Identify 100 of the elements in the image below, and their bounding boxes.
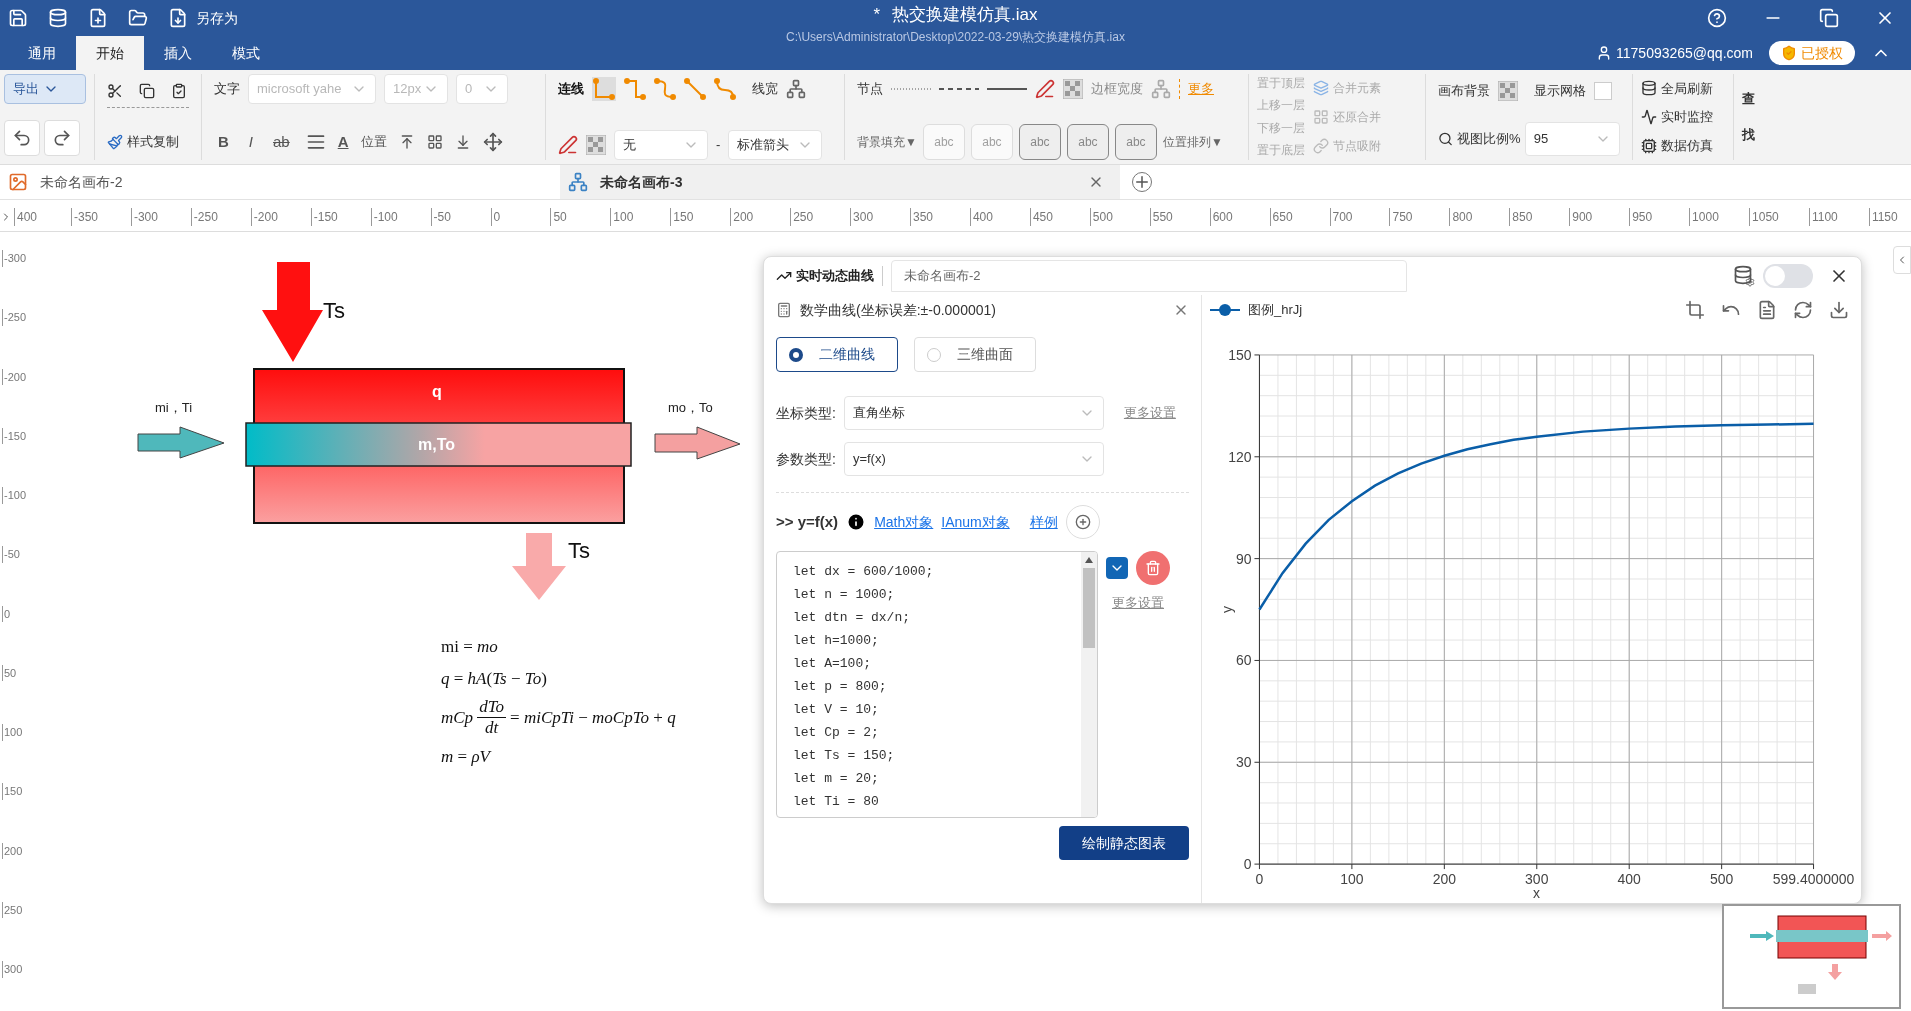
zoom-area-icon[interactable] [1685,299,1705,320]
axis-tick-label: 30 [1235,754,1252,771]
database-icon[interactable] [48,8,68,28]
ruler-label: 300 [2,961,23,978]
help-link[interactable]: Math对象 [874,511,934,533]
save-as-icon[interactable] [168,8,188,28]
ruler-label: 650 [1269,208,1293,226]
solid-line-icon[interactable] [987,86,1027,92]
ruler-label: 0 [2,605,11,622]
canvas-tab[interactable]: 未命名画布-3 [560,165,1120,199]
curve-type-radio[interactable]: 二维曲线 [776,337,898,372]
ruler-label: 300 [850,208,874,226]
ruler-label: 850 [1509,208,1533,226]
code-line: let dtn = dx/n; [793,609,912,627]
delete-button[interactable] [1136,551,1170,585]
help-icon[interactable] [1707,8,1727,28]
undo-button[interactable] [4,120,40,156]
copy-icon[interactable] [139,82,155,99]
simulation-button[interactable]: 实时监控 [1641,107,1725,127]
redo-button[interactable] [44,120,80,156]
ruler-label: 500 [1089,208,1113,226]
data-view-icon[interactable] [1757,299,1777,320]
calculator-icon [776,302,792,318]
ruler-label: 750 [1389,208,1413,226]
dialog-tab[interactable]: 未命名画布-2 [891,260,1407,292]
line-color-icon[interactable] [558,135,578,155]
restore-icon[interactable] [1819,8,1839,28]
folder-icon[interactable] [128,8,148,28]
cut-icon[interactable] [107,82,123,99]
font-color-button[interactable]: A [337,130,349,154]
search-icon [1438,131,1454,147]
style-copy-button[interactable]: 样式复制 [107,124,189,160]
move-icon[interactable] [482,132,503,152]
scroll-up-icon[interactable] [1084,556,1094,564]
export-button[interactable]: 导出 [4,74,86,104]
ruler-label: 50 [550,208,567,226]
modified-mark: * [873,4,881,26]
axis-tick-label: 100 [1340,871,1364,888]
draw-chart-button[interactable]: 绘制静态图表 [1059,826,1189,860]
format-button[interactable]: I [244,130,257,154]
border-color-icon[interactable] [1035,79,1055,99]
new-file-icon[interactable] [88,8,108,28]
zoom-select[interactable]: 95 [1524,122,1620,156]
format-button[interactable]: B [214,130,233,154]
ribbon-tab[interactable]: 开始 [76,36,144,70]
image-icon [8,172,28,192]
paste-icon[interactable] [171,82,187,99]
layers-icon [1313,80,1329,97]
curve-type-radio[interactable]: 三维曲面 [914,337,1036,372]
background-fill-button[interactable]: 背景填充▼ [857,133,917,151]
more-settings-link[interactable]: 更多设置 [1112,593,1164,613]
ruler-label: 350 [910,208,934,226]
code-line: let Ts = 150; [793,747,896,765]
dotted-line-icon[interactable] [891,86,931,92]
find-button[interactable]: 查找 [1738,81,1758,153]
scrollbar-thumb[interactable] [1083,568,1095,648]
code-line: let V = 10; [793,701,880,719]
help-link[interactable]: 样例 [1029,511,1058,533]
show-grid-checkbox[interactable] [1594,82,1612,100]
parameter-type-select[interactable]: y=f(x) [843,442,1104,476]
dialog-tab[interactable]: 实时动态曲线 [776,266,883,286]
save-icon[interactable] [8,8,28,28]
code-line: let dx = 600/1000; [793,563,935,581]
code-editor[interactable]: let dx = 600/1000; let n = 1000; let dtn = dx/n; let h=1000; let A=100; let p = 800; let V = 10; let Cp = 2; let Ts = 150; let m = 20; let Ti = 80 [776,551,1098,818]
expand-button[interactable] [1106,557,1128,579]
trash-icon [1145,560,1161,576]
toggle-switch[interactable] [1763,264,1813,288]
help-link[interactable]: IAnum对象 [941,511,1010,533]
save-as-button[interactable]: 另存为 [196,7,238,29]
ribbon-tab[interactable]: 通用 [8,36,76,70]
align-icon[interactable] [305,132,326,152]
ruler-label: -250 [2,309,27,326]
more-settings-link[interactable]: 更多设置 [1123,403,1176,423]
refresh-icon[interactable] [1793,299,1813,320]
diagram-label: Ts [568,537,590,565]
simulation-button[interactable]: 数据仿真 [1641,135,1725,156]
axis-tick-label: 150 [1228,346,1252,363]
ruler-label: 250 [2,901,23,919]
ribbon-tab[interactable]: 插入 [144,36,212,70]
axis-tick-label: 0 [1255,871,1264,888]
line-start-select[interactable]: 无 [614,130,708,160]
ruler-label: 100 [610,208,634,226]
format-button[interactable]: ab [269,130,294,154]
account-label: 1175093265@qq.com [1616,43,1753,63]
ruler-label: 1000 [1689,208,1719,226]
add-button[interactable] [1065,505,1100,539]
database-settings-icon[interactable] [1733,265,1755,287]
info-icon [846,512,867,532]
plus-icon [1074,514,1091,530]
ribbon-tab[interactable]: 模式 [212,36,280,70]
grid-icon[interactable] [426,134,443,150]
line-end-select[interactable]: 标准箭头 [728,130,823,160]
dashed-line-icon[interactable] [939,86,979,92]
coordinate-type-select[interactable]: 直角坐标 [843,396,1104,430]
minimap[interactable] [1722,904,1901,1009]
ruler-label: -200 [250,208,278,226]
simulation-button[interactable]: 全局刷新 [1641,78,1725,99]
axis-tick-label: 300 [1525,871,1549,888]
arrange-button[interactable]: 位置排列▼ [1162,133,1223,151]
download-icon[interactable] [1829,299,1849,320]
